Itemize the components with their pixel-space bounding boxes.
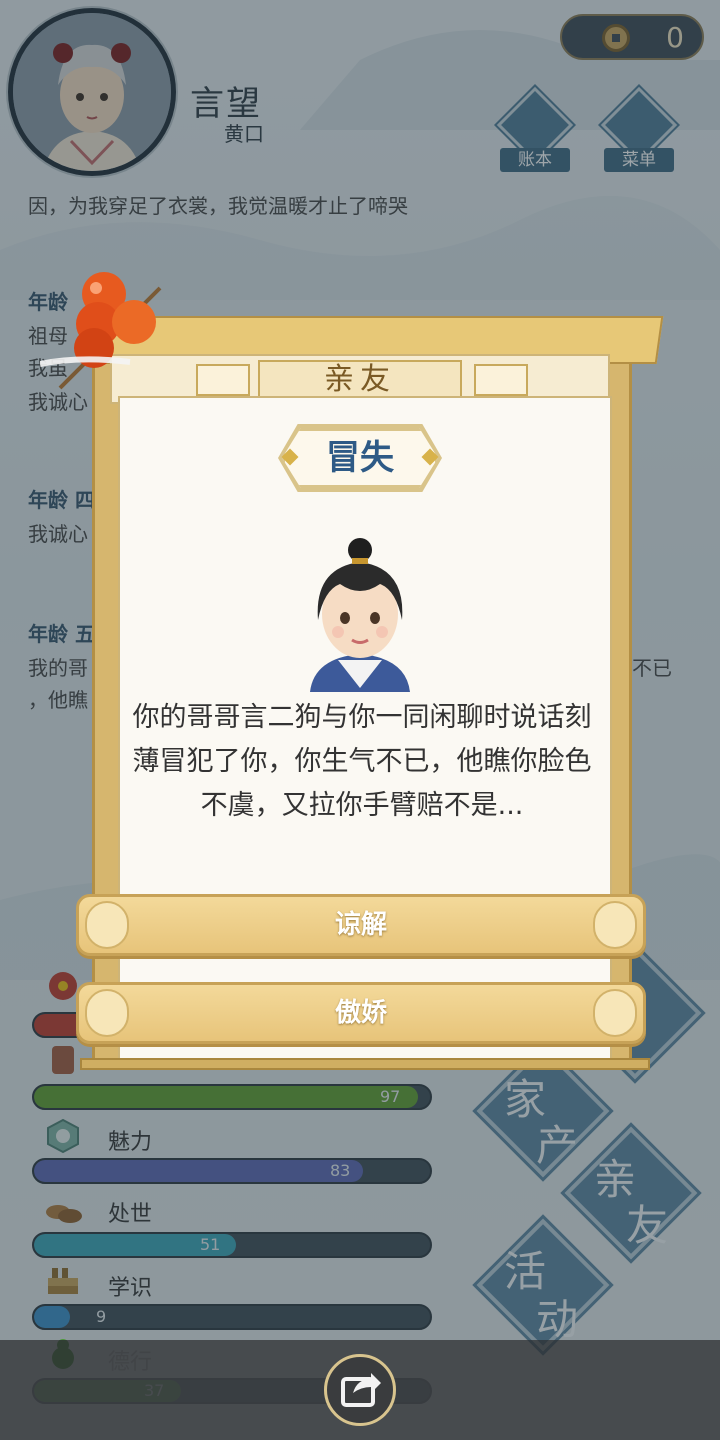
choice-label: 谅解	[334, 910, 387, 940]
cloud-ornament-icon	[85, 901, 129, 949]
title-ornament-left	[196, 364, 250, 396]
share-button[interactable]	[324, 1354, 396, 1426]
choice-forgive-button[interactable]: 谅解	[76, 894, 646, 956]
cloud-ornament-icon	[593, 901, 637, 949]
cloud-ornament-icon	[85, 989, 129, 1037]
brother-portrait-icon	[300, 528, 420, 692]
event-name: 冒失	[282, 428, 438, 488]
candied-haws-icon	[39, 268, 190, 398]
event-story-text: 你的哥哥言二狗与你一同闲聊时说话刻薄冒犯了你，你生气不已，他瞧你脸色不虞，又拉你…	[132, 702, 592, 821]
dialog-title: 亲友	[258, 360, 462, 400]
cloud-ornament-icon	[593, 989, 637, 1037]
game-screen: 言望 黄口 0 账本 菜单 因，为我穿足了衣裳，我觉温暖才止了啼哭 年龄 祖母 …	[0, 0, 720, 1440]
scroll-bottom-rod	[80, 1058, 650, 1070]
choice-label: 傲娇	[334, 998, 387, 1028]
share-icon	[341, 1373, 381, 1407]
choice-proud-button[interactable]: 傲娇	[76, 982, 646, 1044]
title-ornament-right	[474, 364, 528, 396]
